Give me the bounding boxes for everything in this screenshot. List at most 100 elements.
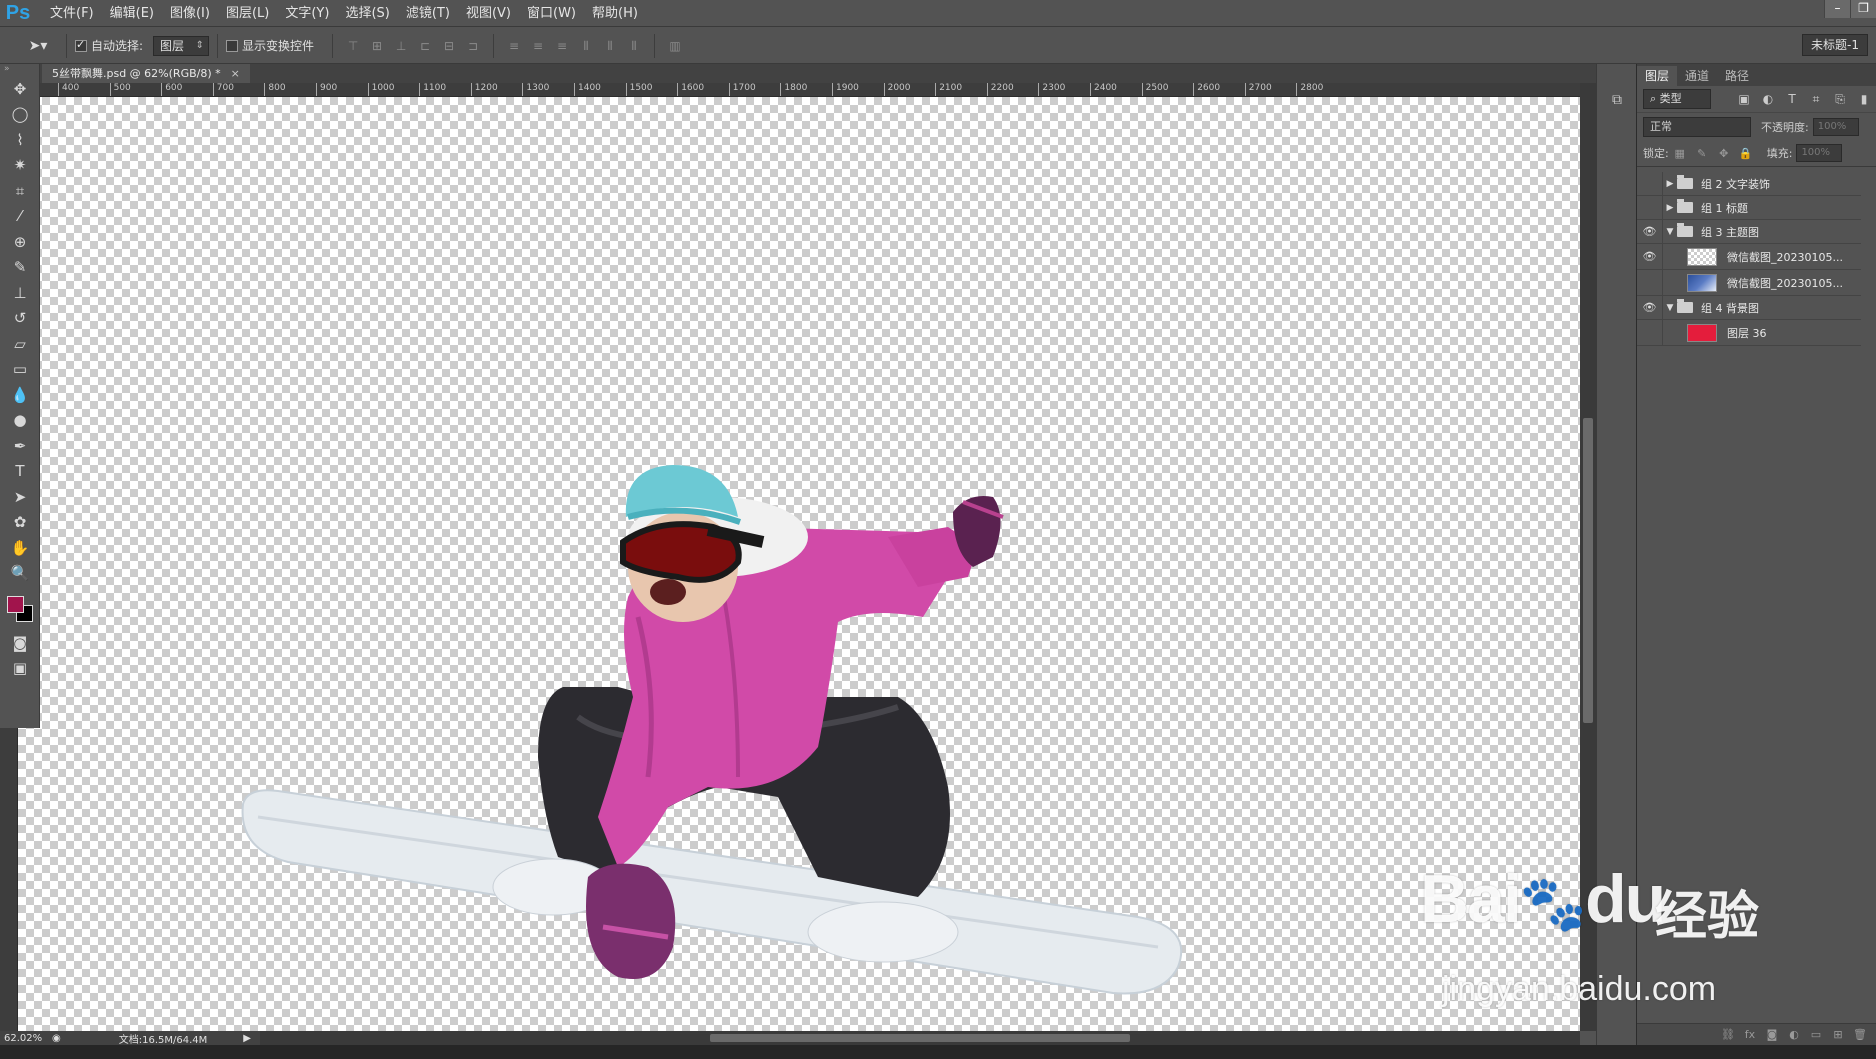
expand-caret-icon[interactable]: ▶ (1663, 179, 1677, 189)
link-layers-icon[interactable]: ⛓ (1717, 1028, 1739, 1041)
show-transform-checkbox[interactable] (226, 39, 239, 52)
layer-row[interactable]: 👁 微信截图_20230105... (1637, 244, 1861, 270)
align-left-icon[interactable]: ⊏ (415, 36, 435, 56)
auto-align-icon[interactable]: ▥ (665, 36, 685, 56)
shape-tool-icon[interactable]: ✿ (0, 510, 40, 536)
lock-transparent-icon[interactable]: ▦ (1669, 147, 1691, 160)
menu-image[interactable]: 图像(I) (162, 0, 218, 27)
menu-layer[interactable]: 图层(L) (218, 0, 277, 27)
dodge-tool-icon[interactable]: ● (0, 408, 40, 434)
eyedropper-icon[interactable]: ⁄ (0, 204, 40, 230)
filter-pixel-icon[interactable]: ▣ (1732, 92, 1756, 106)
screen-mode-icon[interactable]: ▣ (0, 656, 40, 682)
fx-icon[interactable]: fx (1739, 1028, 1761, 1041)
type-tool-icon[interactable]: T (0, 459, 40, 485)
distribute-top-icon[interactable]: ≡ (504, 36, 524, 56)
tab-layers[interactable]: 图层 (1637, 66, 1678, 86)
horizontal-scroll-thumb[interactable] (710, 1034, 1130, 1042)
workspace-button[interactable]: 未标题-1 (1802, 34, 1868, 56)
filter-type-icon[interactable]: T (1780, 92, 1804, 106)
fill-field[interactable]: 100% (1796, 144, 1843, 162)
foreground-color-swatch[interactable] (7, 596, 24, 613)
layer-row[interactable]: 👁 ▼ 组 3 主题图 (1637, 220, 1861, 244)
lock-pixels-icon[interactable]: ✎ (1691, 147, 1713, 160)
layer-row[interactable]: ▶ 组 2 文字装饰 (1637, 172, 1861, 196)
blend-mode-dropdown[interactable]: 正常 (1643, 116, 1751, 137)
new-group-icon[interactable]: ▭ (1805, 1028, 1827, 1041)
menu-edit[interactable]: 编辑(E) (102, 0, 162, 27)
align-bottom-icon[interactable]: ⊥ (391, 36, 411, 56)
visibility-toggle[interactable]: 👁 (1637, 244, 1663, 269)
new-layer-icon[interactable]: ⊞ (1827, 1028, 1849, 1041)
zoom-tool-icon[interactable]: 🔍 (0, 561, 40, 587)
filter-adjustment-icon[interactable]: ◐ (1756, 92, 1780, 106)
visibility-toggle[interactable] (1637, 320, 1663, 345)
auto-select-dropdown[interactable]: 图层 (153, 35, 210, 56)
collapse-caret-icon[interactable]: ▼ (1663, 303, 1677, 313)
quick-mask-icon[interactable]: ◙ (0, 630, 40, 656)
hand-tool-icon[interactable]: ✋ (0, 535, 40, 561)
filter-smart-object-icon[interactable]: ⎘ (1828, 92, 1852, 107)
filter-shape-icon[interactable]: ⌗ (1804, 92, 1828, 107)
align-top-icon[interactable]: ⊤ (343, 36, 363, 56)
lasso-tool-icon[interactable]: ⌇ (0, 127, 40, 153)
zoom-level[interactable]: 62.02% (0, 1033, 48, 1044)
lock-all-icon[interactable]: 🔒 (1735, 147, 1757, 160)
menu-window[interactable]: 窗口(W) (519, 0, 584, 27)
menu-type[interactable]: 文字(Y) (277, 0, 337, 27)
visibility-toggle[interactable] (1637, 172, 1663, 195)
distribute-bottom-icon[interactable]: ≡ (552, 36, 572, 56)
clone-stamp-icon[interactable]: ⊥ (0, 280, 40, 306)
brush-tool-icon[interactable]: ✎ (0, 255, 40, 281)
menu-file[interactable]: 文件(F) (42, 0, 102, 27)
distribute-left-icon[interactable]: ⦀ (576, 36, 596, 56)
history-panel-icon[interactable]: ⧉ (1597, 86, 1637, 114)
eraser-tool-icon[interactable]: ▱ (0, 331, 40, 357)
path-selection-icon[interactable]: ➤ (0, 484, 40, 510)
restore-button[interactable]: ❐ (1850, 0, 1876, 18)
collapse-caret-icon[interactable]: ▼ (1663, 227, 1677, 237)
align-right-icon[interactable]: ⊐ (463, 36, 483, 56)
visibility-toggle[interactable] (1637, 270, 1663, 295)
gradient-tool-icon[interactable]: ▭ (0, 357, 40, 383)
close-tab-icon[interactable]: × (231, 67, 240, 80)
status-menu-arrow-icon[interactable]: ▶ (243, 1033, 251, 1044)
minimize-button[interactable]: – (1824, 0, 1850, 18)
add-mask-icon[interactable]: ◙ (1761, 1028, 1783, 1041)
menu-filter[interactable]: 滤镜(T) (398, 0, 458, 27)
tab-paths[interactable]: 路径 (1717, 66, 1757, 86)
layer-row[interactable]: 图层 36 (1637, 320, 1861, 346)
document-tab[interactable]: 5丝带飘舞.psd @ 62%(RGB/8) * × (42, 64, 250, 83)
align-vcenter-icon[interactable]: ⊞ (367, 36, 387, 56)
distribute-hcenter-icon[interactable]: ⦀ (600, 36, 620, 56)
layer-row[interactable]: 微信截图_20230105... (1637, 270, 1861, 296)
align-hcenter-icon[interactable]: ⊟ (439, 36, 459, 56)
visibility-toggle[interactable]: 👁 (1637, 296, 1663, 319)
auto-select-checkbox[interactable] (75, 38, 87, 52)
move-tool-icon[interactable]: ✥ (0, 76, 40, 102)
healing-brush-icon[interactable]: ⊕ (0, 229, 40, 255)
magic-wand-icon[interactable]: ✷ (0, 153, 40, 179)
horizontal-scrollbar[interactable] (260, 1031, 1580, 1045)
kind-filter-dropdown[interactable]: ⌕ 类型 (1643, 89, 1711, 109)
history-brush-icon[interactable]: ↺ (0, 306, 40, 332)
trash-icon[interactable]: 🗑 (1849, 1028, 1871, 1041)
vertical-scroll-thumb[interactable] (1583, 418, 1593, 723)
lock-position-icon[interactable]: ✥ (1713, 147, 1735, 160)
layer-row[interactable]: 👁 ▼ 组 4 背景图 (1637, 296, 1861, 320)
blur-tool-icon[interactable]: 💧 (0, 382, 40, 408)
layer-row[interactable]: ▶ 组 1 标题 (1637, 196, 1861, 220)
crop-tool-icon[interactable]: ⌗ (0, 178, 40, 204)
pen-tool-icon[interactable]: ✒ (0, 433, 40, 459)
tool-preset-picker[interactable]: ➤▾ (18, 33, 58, 59)
adjustment-layer-icon[interactable]: ◐ (1783, 1028, 1805, 1041)
expand-caret-icon[interactable]: ▶ (1663, 203, 1677, 213)
opacity-field[interactable]: 100% (1812, 117, 1859, 136)
menu-select[interactable]: 选择(S) (337, 0, 397, 27)
tab-channels[interactable]: 通道 (1677, 66, 1717, 86)
menu-help[interactable]: 帮助(H) (584, 0, 646, 27)
menu-view[interactable]: 视图(V) (458, 0, 519, 27)
visibility-toggle[interactable]: 👁 (1637, 220, 1663, 243)
visibility-toggle[interactable] (1637, 196, 1663, 219)
filter-toggle-icon[interactable]: ▮ (1852, 92, 1876, 106)
